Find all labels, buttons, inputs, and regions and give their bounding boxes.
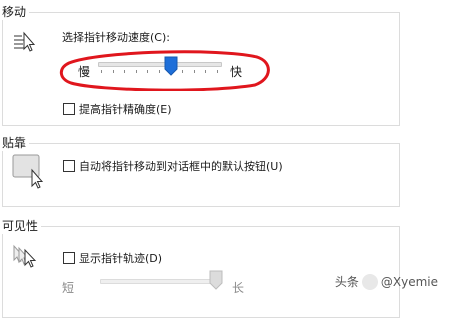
snap-to-default-checkbox[interactable]: 自动将指针移动到对话框中的默认按钮(U) [63, 158, 283, 174]
snap-group [2, 143, 400, 207]
slider-long-label: 长 [232, 281, 245, 295]
watermark-logo-icon [361, 273, 378, 290]
watermark: 头条 @Xyemie [335, 273, 438, 290]
checkbox-box[interactable] [63, 160, 75, 172]
watermark-handle: @Xyemie [380, 274, 438, 289]
pointer-trails-label: 显示指针轨迹(D) [79, 252, 163, 265]
motion-group-title: 移动 [2, 3, 30, 20]
enhance-precision-label: 提高指针精确度(E) [79, 103, 172, 116]
pointer-trails-icon [13, 244, 37, 268]
visibility-group [2, 226, 400, 318]
pointer-trails-checkbox[interactable]: 显示指针轨迹(D) [63, 250, 162, 266]
snap-to-default-label: 自动将指针移动到对话框中的默认按钮(U) [79, 160, 283, 173]
enhance-precision-checkbox[interactable]: 提高指针精确度(E) [63, 101, 172, 117]
snap-group-title: 贴靠 [2, 134, 30, 151]
pointer-speed-label: 选择指针移动速度(C): [62, 31, 170, 44]
pointer-speed-icon [14, 31, 36, 52]
visibility-group-title: 可见性 [2, 217, 42, 234]
snap-to-icon [12, 154, 44, 189]
trail-length-track [100, 279, 218, 284]
trail-length-slider-thumb [209, 270, 223, 290]
annotation-circle [59, 50, 270, 91]
checkbox-box[interactable] [63, 252, 75, 264]
checkbox-box[interactable] [63, 103, 75, 115]
slider-short-label: 短 [62, 281, 75, 295]
watermark-prefix: 头条 [334, 275, 359, 289]
